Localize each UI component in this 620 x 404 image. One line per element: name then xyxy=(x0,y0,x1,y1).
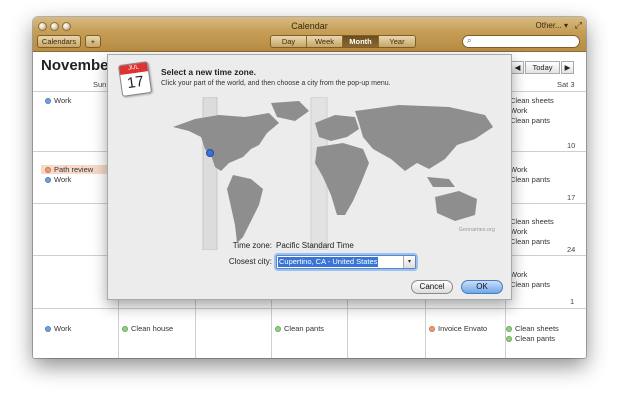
event-item[interactable]: Work xyxy=(510,227,527,236)
event-title: Work xyxy=(510,106,528,115)
tab-day[interactable]: Day xyxy=(271,36,307,47)
calendar-color-dot xyxy=(45,325,51,332)
event-item[interactable]: Clean sheets xyxy=(506,324,559,333)
event-item[interactable]: Clean sheets xyxy=(510,217,554,226)
event-title: Work xyxy=(54,96,72,105)
dialog-subtitle: Click your part of the world, and then c… xyxy=(161,80,391,87)
closest-city-label: Closest city: xyxy=(228,257,272,266)
event-title: Work xyxy=(54,324,72,333)
fullscreen-icon[interactable]: ⤢ xyxy=(575,20,582,31)
event-item[interactable]: Clean pants xyxy=(510,116,550,125)
islands-indonesia[interactable] xyxy=(427,177,455,187)
event-title: Clean pants xyxy=(284,324,325,333)
calendar-color-dot xyxy=(429,325,435,332)
titlebar: Calendar Other... ▾ ⤢ Calendars + Day We… xyxy=(33,17,586,52)
cancel-button[interactable]: Cancel xyxy=(411,280,453,294)
calendar-color-dot xyxy=(506,335,512,342)
continent-australia[interactable] xyxy=(435,191,477,221)
event-title: Work xyxy=(510,165,528,174)
event-item[interactable]: Invoice Envato xyxy=(429,324,487,333)
ok-button[interactable]: OK xyxy=(461,280,503,294)
event-item[interactable]: Clean pants xyxy=(510,175,550,184)
calendar-app-icon: JUL 17 xyxy=(117,61,153,97)
closest-city-popup[interactable]: Cupertino, CA - United States ▾ xyxy=(276,255,416,269)
event-item[interactable]: Work xyxy=(45,175,71,184)
event-item[interactable]: Work xyxy=(510,106,527,115)
event-item[interactable]: Work xyxy=(510,165,527,174)
calendar-icon-day: 17 xyxy=(126,72,145,93)
continent-asia[interactable] xyxy=(355,105,493,171)
window-title: Calendar xyxy=(291,21,328,31)
event-item[interactable]: Clean pants xyxy=(275,324,324,333)
chevron-down-icon: ▾ xyxy=(403,256,415,268)
continent-south-america[interactable] xyxy=(227,175,263,243)
event-item[interactable]: Work xyxy=(45,96,71,105)
timezone-value: Pacific Standard Time xyxy=(276,241,354,250)
calendar-color-dot xyxy=(275,325,281,332)
dialog-title: Select a new time zone. xyxy=(161,67,256,77)
event-title: Clean pants xyxy=(510,280,551,289)
month-title: November xyxy=(41,57,115,74)
event-title: Clean sheets xyxy=(510,96,554,105)
calendar-color-dot xyxy=(506,325,512,332)
event-item[interactable]: Clean pants xyxy=(510,280,550,289)
timezone-label: Time zone: xyxy=(232,241,272,250)
map-attribution: Geonames.org xyxy=(458,227,495,233)
grid-line xyxy=(33,308,586,309)
event-title: Work xyxy=(54,175,72,184)
event-item[interactable]: Clean sheets xyxy=(510,96,554,105)
world-map[interactable] xyxy=(159,97,501,250)
event-title: Work xyxy=(510,270,528,279)
day-name-sat: Sat 3 xyxy=(557,80,575,89)
event-title: Clean house xyxy=(131,324,174,333)
event-title: Invoice Envato xyxy=(438,324,488,333)
event-item[interactable]: Work xyxy=(45,324,71,333)
event-title: Clean pants xyxy=(510,175,551,184)
search-input[interactable]: ⌕ xyxy=(462,35,580,48)
event-item[interactable]: Clean house xyxy=(122,324,173,333)
timezone-dialog: JUL 17 Select a new time zone. Click you… xyxy=(107,54,512,300)
event-title: Work xyxy=(510,227,528,236)
event-title: Clean sheets xyxy=(510,217,554,226)
search-icon: ⌕ xyxy=(467,36,472,45)
view-switcher: Day Week Month Year xyxy=(270,35,416,48)
continent-greenland[interactable] xyxy=(271,101,309,121)
calendar-color-dot xyxy=(45,97,51,104)
add-event-button[interactable]: + xyxy=(85,35,101,48)
day-number: 10 xyxy=(567,141,576,150)
other-menu[interactable]: Other... ▾ xyxy=(536,21,568,30)
tab-month[interactable]: Month xyxy=(343,36,379,47)
prev-month-button[interactable]: ◀ xyxy=(511,61,524,74)
event-title: Clean sheets xyxy=(515,324,559,333)
event-item[interactable]: Clean pants xyxy=(510,237,550,246)
calendar-color-dot xyxy=(122,325,128,332)
event-title: Clean pants xyxy=(510,237,551,246)
event-title: Clean pants xyxy=(510,116,551,125)
day-number: 24 xyxy=(567,245,576,254)
event-title: Clean pants xyxy=(515,334,556,343)
continent-north-america[interactable] xyxy=(173,113,279,171)
event-title: Path review xyxy=(54,165,94,174)
screen: Calendar Other... ▾ ⤢ Calendars + Day We… xyxy=(0,0,620,404)
calendar-color-dot xyxy=(45,166,51,173)
event-item[interactable]: Clean pants xyxy=(506,334,555,343)
location-pin-icon[interactable] xyxy=(206,149,214,157)
today-button[interactable]: Today xyxy=(525,61,560,74)
day-number: 17 xyxy=(567,193,576,202)
closest-city-value: Cupertino, CA - United States xyxy=(278,257,379,267)
day-name-sun: Sun xyxy=(93,80,107,89)
calendars-button[interactable]: Calendars xyxy=(37,35,81,48)
calendar-window: Calendar Other... ▾ ⤢ Calendars + Day We… xyxy=(33,17,586,358)
day-number: 1 xyxy=(570,297,575,306)
tab-week[interactable]: Week xyxy=(307,36,343,47)
calendar-color-dot xyxy=(45,176,51,183)
next-month-button[interactable]: ▶ xyxy=(561,61,574,74)
event-item[interactable]: Work xyxy=(510,270,527,279)
tab-year[interactable]: Year xyxy=(379,36,415,47)
